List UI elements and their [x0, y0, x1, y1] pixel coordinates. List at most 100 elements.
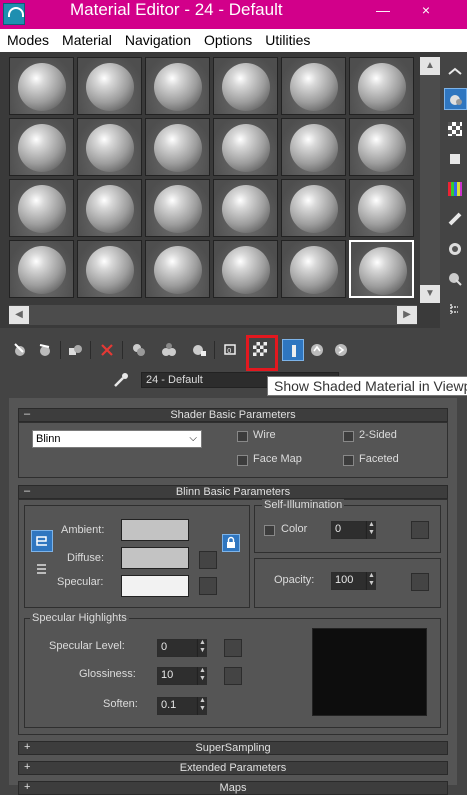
glossiness-spinner-arrows[interactable]: ▲ ▼	[197, 667, 207, 685]
material-sample-slot[interactable]	[349, 179, 414, 237]
make-unique-icon[interactable]	[158, 339, 180, 361]
material-sphere-preview	[86, 246, 134, 294]
diffuse-map-button[interactable]	[199, 551, 217, 569]
svg-text:0: 0	[227, 347, 231, 355]
material-sample-slot[interactable]	[213, 118, 278, 176]
material-sample-slot[interactable]	[9, 240, 74, 298]
menu-navigation[interactable]: Navigation	[118, 29, 197, 52]
opacity-spinner-arrows[interactable]: ▲ ▼	[366, 572, 376, 590]
diffuse-color-swatch[interactable]	[121, 547, 189, 569]
material-sample-slot[interactable]	[281, 57, 346, 115]
opacity-value-input[interactable]: 100	[331, 572, 366, 590]
options-icon[interactable]	[444, 238, 467, 260]
soften-input[interactable]: 0.1	[157, 697, 197, 715]
material-sample-slot[interactable]	[349, 240, 414, 298]
menu-material[interactable]: Material	[55, 29, 118, 52]
self-illum-map-button[interactable]	[411, 521, 429, 539]
scroll-right-icon[interactable]: ▶	[397, 306, 417, 324]
material-sample-slot[interactable]	[281, 179, 346, 237]
lock-map-button[interactable]	[222, 534, 240, 552]
specular-map-button[interactable]	[199, 577, 217, 595]
self-illum-value-input[interactable]: 0	[331, 521, 366, 539]
material-sample-slot[interactable]	[77, 240, 142, 298]
material-sample-slot[interactable]	[9, 57, 74, 115]
go-forward-sibling-icon[interactable]	[330, 339, 352, 361]
put-to-library-icon[interactable]	[188, 339, 210, 361]
material-sample-slot[interactable]	[213, 240, 278, 298]
shader-basic-rollout-header[interactable]: – Shader Basic Parameters	[18, 408, 448, 422]
soften-spinner-arrows[interactable]: ▲ ▼	[197, 697, 207, 715]
rollout-title: Extended Parameters	[179, 762, 287, 774]
menu-options[interactable]: Options	[197, 29, 258, 52]
uv-tiling-icon[interactable]	[444, 148, 467, 170]
scroll-up-icon[interactable]: ▲	[420, 57, 440, 75]
make-preview-icon[interactable]	[444, 208, 467, 230]
menu-modes[interactable]: Modes	[0, 29, 55, 52]
reset-icon[interactable]	[96, 339, 118, 361]
ambient-color-swatch[interactable]	[121, 519, 189, 541]
make-copy-icon[interactable]	[128, 339, 150, 361]
material-sample-slot[interactable]	[77, 118, 142, 176]
glossiness-input[interactable]: 10	[157, 667, 197, 685]
material-sphere-preview	[222, 246, 270, 294]
minimize-button[interactable]: —	[363, 0, 403, 22]
material-sample-slot[interactable]	[349, 57, 414, 115]
material-sample-slot[interactable]	[213, 179, 278, 237]
material-map-navigator-icon[interactable]	[444, 298, 467, 320]
material-id-icon[interactable]: 0	[220, 339, 242, 361]
scroll-left-icon[interactable]: ◀	[9, 306, 29, 324]
show-end-result-icon[interactable]	[282, 339, 304, 361]
material-sample-slot[interactable]	[77, 57, 142, 115]
faceted-checkbox[interactable]	[343, 455, 354, 466]
video-color-check-icon[interactable]	[444, 178, 467, 200]
material-sample-slot[interactable]	[145, 240, 210, 298]
supersampling-rollout-header[interactable]: + SuperSampling	[18, 741, 448, 755]
get-material-icon[interactable]	[10, 339, 32, 361]
go-to-parent-icon[interactable]	[306, 339, 328, 361]
material-sample-slot[interactable]	[145, 118, 210, 176]
specular-level-spinner-arrows[interactable]: ▲ ▼	[197, 639, 207, 657]
material-sample-slot[interactable]	[145, 57, 210, 115]
scroll-down-icon[interactable]: ▼	[420, 285, 440, 303]
maps-rollout-header[interactable]: + Maps	[18, 781, 448, 795]
eyedropper-icon[interactable]	[112, 371, 130, 389]
material-sphere-preview	[86, 185, 134, 233]
lock-diffuse-specular-button[interactable]	[33, 560, 51, 578]
material-sample-slot[interactable]	[281, 118, 346, 176]
material-sample-slot[interactable]	[145, 179, 210, 237]
put-to-scene-icon[interactable]	[34, 339, 56, 361]
opacity-map-button[interactable]	[411, 573, 429, 591]
select-by-material-icon[interactable]	[444, 268, 467, 290]
material-sample-slot[interactable]	[77, 179, 142, 237]
horizontal-scrollbar[interactable]: ◀ ▶	[9, 305, 417, 325]
two-sided-checkbox[interactable]	[343, 431, 354, 442]
lock-ambient-diffuse-button[interactable]	[31, 530, 53, 552]
wire-checkbox[interactable]	[237, 431, 248, 442]
material-sample-slot[interactable]	[9, 179, 74, 237]
glossiness-map-button[interactable]	[224, 667, 242, 685]
specular-level-input[interactable]: 0	[157, 639, 197, 657]
backlight-icon[interactable]	[444, 88, 467, 110]
shader-type-dropdown[interactable]: Blinn ⌵	[32, 430, 202, 448]
specular-color-swatch[interactable]	[121, 575, 189, 597]
diffuse-label: Diffuse:	[67, 552, 105, 564]
close-button[interactable]: ×	[406, 0, 446, 22]
face-map-checkbox[interactable]	[237, 455, 248, 466]
extended-parameters-rollout-header[interactable]: + Extended Parameters	[18, 761, 448, 775]
material-sample-slot[interactable]	[213, 57, 278, 115]
menu-utilities[interactable]: Utilities	[258, 29, 316, 52]
sample-slot-grid	[9, 57, 416, 299]
self-illum-spinner-arrows[interactable]: ▲ ▼	[366, 521, 376, 539]
toolbar-separator	[60, 341, 61, 359]
vertical-scrollbar[interactable]: ▲ ▼	[420, 57, 440, 303]
specular-level-map-button[interactable]	[224, 639, 242, 657]
self-illum-color-checkbox[interactable]	[264, 525, 275, 536]
app-logo-icon[interactable]	[3, 3, 25, 25]
assign-material-icon[interactable]	[64, 339, 86, 361]
sample-type-icon[interactable]	[444, 63, 467, 85]
material-sample-slot[interactable]	[349, 118, 414, 176]
material-sample-slot[interactable]	[281, 240, 346, 298]
background-icon[interactable]	[444, 118, 467, 140]
blinn-basic-rollout-header[interactable]: – Blinn Basic Parameters	[18, 485, 448, 499]
material-sample-slot[interactable]	[9, 118, 74, 176]
